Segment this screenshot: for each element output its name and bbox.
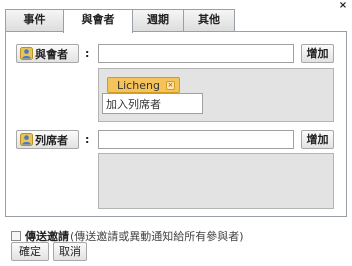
person-icon bbox=[20, 47, 33, 60]
observers-picker-button[interactable]: 列席者 bbox=[16, 130, 79, 149]
attendees-input[interactable] bbox=[98, 44, 294, 63]
attendee-chip-label: Licheng bbox=[117, 78, 160, 92]
tab-other[interactable]: 其他 bbox=[183, 9, 235, 32]
send-invite-note: (傳送邀請或異動通知給所有參與者) bbox=[70, 230, 244, 243]
person-icon bbox=[20, 133, 33, 146]
observer-list[interactable] bbox=[98, 153, 334, 209]
attendee-chip[interactable]: Licheng × bbox=[107, 77, 180, 93]
close-button[interactable]: × bbox=[338, 1, 348, 11]
attendees-colon: : bbox=[85, 47, 90, 60]
tab-event[interactable]: 事件 bbox=[5, 9, 64, 32]
remove-chip-icon[interactable]: × bbox=[165, 80, 175, 90]
observers-button-label: 列席者 bbox=[35, 133, 68, 147]
observers-colon: : bbox=[85, 133, 90, 146]
observers-input[interactable] bbox=[98, 130, 294, 149]
cancel-button[interactable]: 取消 bbox=[53, 242, 87, 261]
add-observer-button[interactable]: 增加 bbox=[301, 130, 334, 149]
attendees-button-label: 與會者 bbox=[35, 47, 68, 61]
send-invite-checkbox[interactable] bbox=[11, 231, 21, 241]
tab-recurrence[interactable]: 週期 bbox=[132, 9, 184, 32]
add-attendee-button[interactable]: 增加 bbox=[301, 44, 334, 63]
attendee-list[interactable]: Licheng × 加入列席者 bbox=[98, 68, 334, 122]
attendees-panel: 與會者 : 增加 Licheng × 加入列席者 列席者 : 增加 bbox=[5, 31, 347, 217]
attendees-picker-button[interactable]: 與會者 bbox=[16, 44, 79, 63]
add-observer-inline-input[interactable]: 加入列席者 bbox=[102, 93, 203, 114]
tab-attendees[interactable]: 與會者 bbox=[63, 9, 133, 33]
ok-button[interactable]: 確定 bbox=[11, 242, 49, 261]
